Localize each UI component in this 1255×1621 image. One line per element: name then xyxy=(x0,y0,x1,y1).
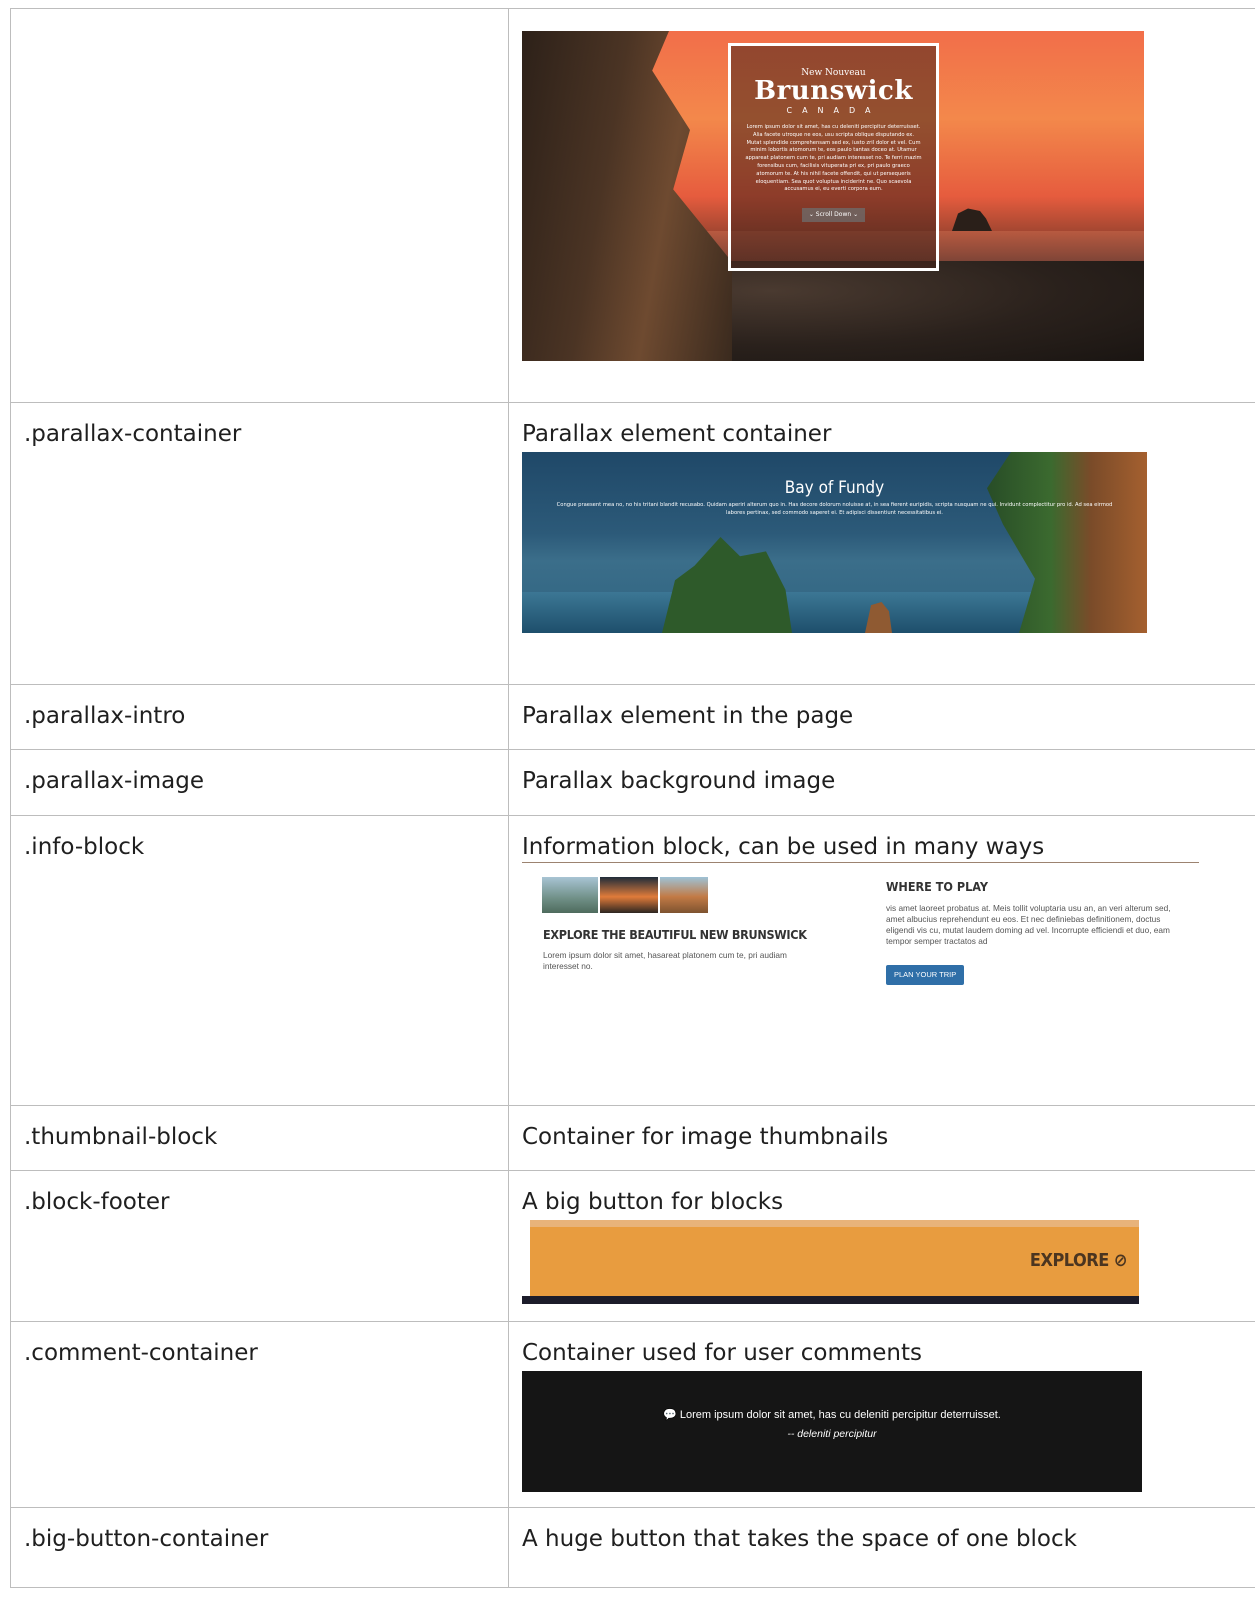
description-cell: Container for image thumbnails xyxy=(508,1105,1255,1171)
thumbnail-boat xyxy=(542,877,598,913)
intro-text: Lorem ipsum dolor sit amet, has cu delen… xyxy=(745,124,922,193)
new-brunswick-intro-screenshot: New Nouveau Brunswick CANADA Lorem ipsum… xyxy=(522,31,1144,361)
class-cell: .comment-container xyxy=(10,1321,509,1508)
class-name: .big-button-container xyxy=(24,1526,269,1552)
intro-panel: New Nouveau Brunswick CANADA Lorem ipsum… xyxy=(728,43,939,271)
table-row: .parallax-image Parallax background imag… xyxy=(10,749,1255,816)
description-cell: A huge button that takes the space of on… xyxy=(508,1507,1255,1588)
where-to-play-text: vis amet laoreet probatus at. Meis tolli… xyxy=(886,903,1171,946)
class-cell: .block-footer xyxy=(10,1170,509,1322)
description-cell: A big button for blocks EXPLORE ⊘ xyxy=(508,1170,1255,1322)
class-description: Parallax element in the page xyxy=(522,703,854,729)
class-name: .block-footer xyxy=(24,1189,170,1215)
table-row: .block-footer A big button for blocks EX… xyxy=(10,1170,1255,1322)
class-description: Parallax element container xyxy=(522,421,832,447)
class-name: .parallax-image xyxy=(24,768,204,794)
table-row: .parallax-container Parallax element con… xyxy=(10,402,1255,685)
class-description: Parallax background image xyxy=(522,768,836,794)
table-row: .parallax-intro Parallax element in the … xyxy=(10,684,1255,750)
scroll-down-button[interactable]: ⌄ Scroll Down ⌄ xyxy=(801,208,866,223)
new-brunswick-logo: Brunswick xyxy=(754,76,913,106)
table-row: .big-button-container A huge button that… xyxy=(10,1507,1255,1588)
explore-heading: EXPLORE THE BEAUTIFUL NEW BRUNSWICK xyxy=(543,927,807,942)
comment-author: -- deleniti percipitur xyxy=(787,1428,877,1440)
description-cell: Parallax element container Bay of Fundy … xyxy=(508,402,1255,685)
table-row: .comment-container Container used for us… xyxy=(10,1321,1255,1508)
class-cell xyxy=(10,8,509,403)
comment-container-screenshot: 💬 Lorem ipsum dolor sit amet, has cu del… xyxy=(522,1371,1142,1492)
thumbnail-sunset xyxy=(600,877,658,913)
class-description: Container for image thumbnails xyxy=(522,1124,889,1150)
class-cell: .info-block xyxy=(10,815,509,1106)
class-description: Container used for user comments xyxy=(522,1340,922,1366)
class-cell: .thumbnail-block xyxy=(10,1105,509,1171)
explore-text: Lorem ipsum dolor sit amet, hasareat pla… xyxy=(543,950,787,971)
bay-title: Bay of Fundy xyxy=(784,478,885,498)
class-cell: .parallax-container xyxy=(10,402,509,685)
class-description: Information block, can be used in many w… xyxy=(522,834,1045,860)
bay-text: Congue praesent mea no, no his tritani b… xyxy=(556,502,1113,516)
block-footer-screenshot: EXPLORE ⊘ xyxy=(522,1220,1139,1304)
comment-text: 💬 Lorem ipsum dolor sit amet, has cu del… xyxy=(663,1409,1001,1421)
class-cell: .parallax-intro xyxy=(10,684,509,750)
class-name: .comment-container xyxy=(24,1340,258,1366)
class-cell: .big-button-container xyxy=(10,1507,509,1588)
table-row: .thumbnail-block Container for image thu… xyxy=(10,1105,1255,1171)
class-description: A huge button that takes the space of on… xyxy=(522,1526,1077,1552)
table-row: New Nouveau Brunswick CANADA Lorem ipsum… xyxy=(10,8,1255,403)
explore-label: EXPLORE ⊘ xyxy=(1029,1250,1128,1271)
description-cell: Parallax element in the page xyxy=(508,684,1255,750)
class-description: A big button for blocks xyxy=(522,1189,784,1215)
plan-your-trip-button[interactable]: PLAN YOUR TRIP xyxy=(886,965,965,985)
info-block-screenshot: EXPLORE THE BEAUTIFUL NEW BRUNSWICK Lore… xyxy=(522,871,1197,996)
description-cell: Information block, can be used in many w… xyxy=(508,815,1255,1106)
logo-canada: CANADA xyxy=(786,106,881,115)
class-name: .parallax-intro xyxy=(24,703,186,729)
class-name: .parallax-container xyxy=(24,421,242,447)
description-cell: Container used for user comments 💬 Lorem… xyxy=(508,1321,1255,1508)
description-cell: New Nouveau Brunswick CANADA Lorem ipsum… xyxy=(508,8,1255,403)
class-name: .info-block xyxy=(24,834,145,860)
where-to-play-heading: WHERE TO PLAY xyxy=(886,879,988,894)
bay-of-fundy-screenshot: Bay of Fundy Congue praesent mea no, no … xyxy=(522,452,1147,633)
thumbnail-cliffs xyxy=(660,877,708,913)
class-cell: .parallax-image xyxy=(10,749,509,816)
table-row: .info-block Information block, can be us… xyxy=(10,815,1255,1106)
class-reference-table: New Nouveau Brunswick CANADA Lorem ipsum… xyxy=(10,8,1255,1588)
class-name: .thumbnail-block xyxy=(24,1124,218,1150)
description-cell: Parallax background image xyxy=(508,749,1255,816)
